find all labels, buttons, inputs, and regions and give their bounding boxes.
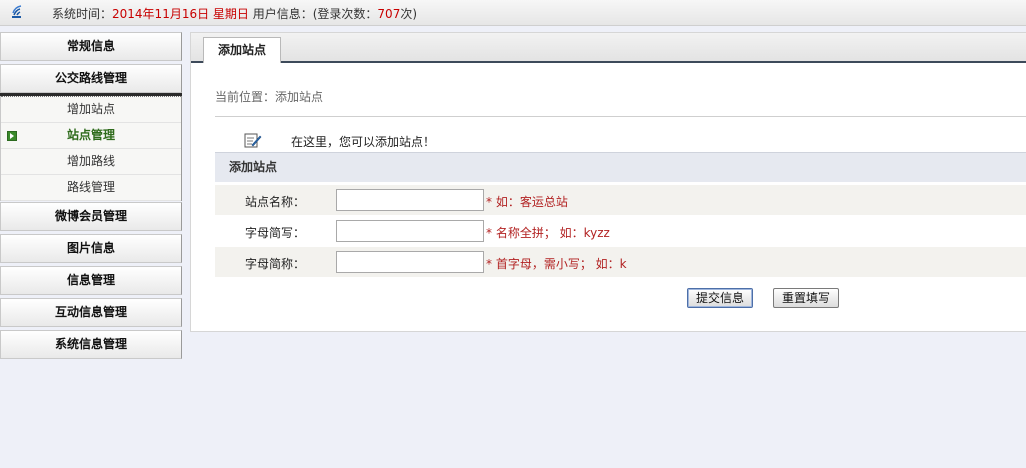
field-label: 字母简称： [245, 257, 306, 271]
hint-text: 在这里，您可以添加站点！ [291, 135, 436, 149]
submenu-add-route[interactable]: 增加路线 [1, 149, 181, 175]
letter-abbrev-input[interactable] [336, 220, 484, 242]
tab-add-stop[interactable]: 添加站点 [203, 37, 282, 63]
edit-note-icon [244, 133, 262, 148]
submit-button[interactable]: 提交信息 [687, 288, 754, 308]
submenu-label: 路线管理 [66, 180, 115, 194]
form-row: 字母简称： * 首字母，需小写； 如：k [215, 247, 1026, 277]
system-time-value: 2014年11月16日 星期日 [112, 7, 249, 21]
field-note: * 首字母，需小写； 如：k [486, 257, 627, 271]
menu-system-info-management[interactable]: 系统信息管理 [0, 330, 182, 359]
form-row: 站点名称： * 如：客运总站 [215, 185, 1026, 215]
login-suffix: 次) [400, 7, 418, 21]
field-note: * 如：客运总站 [486, 195, 568, 209]
main-panel: 添加站点 当前位置：添加站点 在这里，您可以添加站点！ 添加站点 站点名称： *… [190, 32, 1026, 332]
login-count: 707 [377, 7, 401, 21]
form-row: 字母简写： * 名称全拼； 如：kyzz [215, 216, 1026, 246]
breadcrumb: 当前位置：添加站点 [215, 90, 324, 104]
arrow-right-icon [7, 131, 17, 141]
menu-general-info[interactable]: 常规信息 [0, 32, 182, 61]
sidebar: 常规信息 公交路线管理 增加站点 站点管理 增加路线 路线管理 微博会员管理 图… [0, 32, 182, 362]
menu-image-info[interactable]: 图片信息 [0, 234, 182, 263]
reset-button[interactable]: 重置填写 [773, 288, 840, 308]
menu-bus-route-management[interactable]: 公交路线管理 [0, 64, 182, 93]
field-label: 字母简写： [245, 226, 306, 240]
letter-short-input[interactable] [336, 251, 484, 273]
field-label: 站点名称： [245, 195, 306, 209]
status-line: 系统时间：2014年11月16日 星期日 用户信息：(登录次数：707次) [52, 5, 417, 22]
form-title: 添加站点 [229, 160, 278, 174]
submenu-stop-management[interactable]: 站点管理 [1, 123, 181, 149]
menu-weibo-member-management[interactable]: 微博会员管理 [0, 202, 182, 231]
submenu-route-management[interactable]: 路线管理 [1, 175, 181, 201]
menu-interactive-info-management[interactable]: 互动信息管理 [0, 298, 182, 327]
tab-bar: 添加站点 [191, 33, 1026, 63]
submenu-label: 站点管理 [66, 128, 115, 142]
submenu-label: 增加站点 [66, 102, 115, 116]
stop-name-input[interactable] [336, 189, 484, 211]
top-bar: 系统时间：2014年11月16日 星期日 用户信息：(登录次数：707次) [0, 0, 1026, 26]
divider [215, 116, 1026, 117]
submenu-add-stop[interactable]: 增加站点 [1, 96, 181, 123]
field-note: * 名称全拼； 如：kyzz [486, 226, 610, 240]
submenu-label: 增加路线 [66, 154, 115, 168]
bus-route-submenu: 增加站点 站点管理 增加路线 路线管理 [0, 96, 182, 201]
menu-info-management[interactable]: 信息管理 [0, 266, 182, 295]
form-header: 添加站点 [215, 152, 1026, 182]
system-time-label: 系统时间： [52, 7, 113, 21]
signal-icon [12, 5, 22, 18]
user-info-label: 用户信息：(登录次数： [248, 7, 378, 21]
